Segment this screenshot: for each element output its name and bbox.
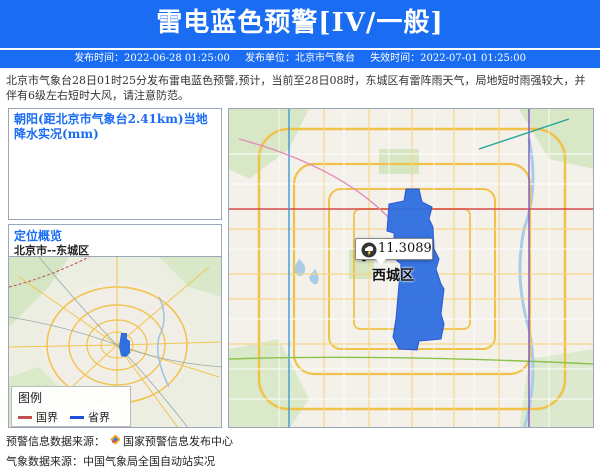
district-label: 西城区	[372, 268, 414, 284]
overview-map[interactable]: 图例 国界 省界	[8, 256, 222, 428]
legend-item-province: 省界	[70, 409, 110, 425]
map-legend: 图例 国界 省界	[11, 386, 131, 427]
publisher: 发布单位：北京市气象台	[245, 53, 355, 64]
warning-banner: 雷电蓝色预警[IV/一般]	[0, 0, 600, 48]
warning-source-label: 预警信息数据来源：	[6, 435, 105, 448]
expire-time: 失效时间：2022-07-01 01:25:00	[370, 53, 526, 64]
warning-description: 北京市气象台28日01时25分发布雷电蓝色预警,预计，当前至28日08时，东城区…	[6, 74, 586, 102]
legend-title: 图例	[18, 391, 43, 405]
rain-panel: 朝阳(距北京市气象台2.41km)当地降水实况(mm)	[8, 108, 222, 220]
rain-panel-title: 朝阳(距北京市气象台2.41km)当地降水实况(mm)	[14, 112, 208, 141]
warning-title: 雷电蓝色预警[IV/一般]	[156, 8, 444, 38]
meta-bar: 发布时间：2022-06-28 01:25:00 发布单位：北京市气象台 失效时…	[0, 50, 600, 68]
rainfall-callout[interactable]: 11.3089	[355, 238, 433, 260]
meta-line: 发布时间：2022-06-28 01:25:00 发布单位：北京市气象台 失效时…	[0, 50, 600, 68]
province-border-swatch	[70, 415, 84, 419]
national-border-swatch	[18, 415, 32, 419]
warning-source-line: 预警信息数据来源： 国家预警信息发布中心	[6, 433, 233, 449]
warning-source-name: 国家预警信息发布中心	[123, 435, 233, 448]
legend-label-province: 省界	[88, 411, 110, 424]
rainfall-value: 11.3089	[378, 241, 432, 256]
publish-time: 发布时间：2022-06-28 01:25:00	[74, 53, 230, 64]
legend-item-national: 国界	[18, 409, 58, 425]
weather-source-line: 气象数据来源：中国气象局全国自动站实况	[6, 455, 215, 468]
location-panel: 定位概览 北京市--东城区	[8, 224, 222, 257]
warning-center-logo-icon	[110, 434, 120, 445]
thunderstorm-icon	[361, 242, 377, 258]
legend-label-national: 国界	[36, 411, 58, 424]
